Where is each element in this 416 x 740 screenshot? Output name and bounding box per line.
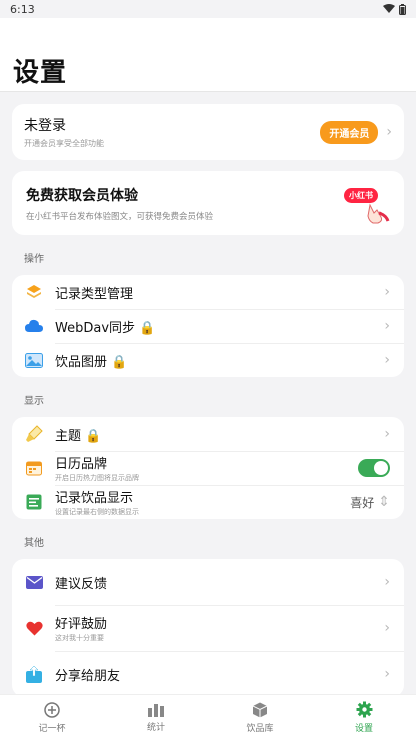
section-label-other: 其他 <box>24 538 44 549</box>
chevron-right-icon: › <box>384 284 390 300</box>
other-card: 建议反馈 › 好评鼓励 这对我十分重要 › 分享给朋友 › <box>12 559 404 694</box>
chevron-right-icon: › <box>384 318 390 334</box>
row-label: 分享给朋友 <box>55 668 121 684</box>
section-label-display: 显示 <box>24 396 44 407</box>
status-time: 6:13 <box>10 2 35 16</box>
row-drink-album[interactable]: 饮品图册 🔒 › <box>25 343 404 377</box>
row-webdav-sync[interactable]: WebDav同步 🔒 › <box>25 309 404 343</box>
row-share[interactable]: 分享给朋友 › <box>25 651 404 694</box>
row-label: 饮品图册 🔒 <box>55 354 128 370</box>
row-label: 记录饮品显示 <box>55 491 134 506</box>
image-gallery-icon <box>25 351 43 369</box>
wifi-icon <box>383 4 395 13</box>
chevron-right-icon: › <box>384 620 390 636</box>
heart-icon <box>25 619 43 637</box>
row-label: 建议反馈 <box>55 576 108 592</box>
calendar-icon <box>25 459 43 477</box>
tab-label: 记一杯 <box>38 723 66 734</box>
chevron-right-icon: › <box>384 574 390 590</box>
tab-record-a-cup[interactable]: 记一杯 <box>0 695 104 740</box>
row-rate-app[interactable]: 好评鼓励 这对我十分重要 › <box>25 605 404 651</box>
promo-card[interactable]: 免费获取会员体验 在小红书平台发布体验图文，可获得免费会员体验 小红书 <box>12 171 404 235</box>
box-icon <box>252 702 268 717</box>
display-value: 喜好 <box>350 495 375 510</box>
promo-title: 免费获取会员体验 <box>26 187 138 204</box>
settings-content[interactable]: 未登录 开通会员享受全部功能 开通会员 › 免费获取会员体验 在小红书平台发布体… <box>0 93 416 694</box>
chevron-right-icon: › <box>384 426 390 442</box>
header: 设置 <box>0 18 416 92</box>
row-subtitle: 设置记录最右侧的数据显示 <box>55 508 139 516</box>
row-label: 日历品牌 <box>55 457 108 472</box>
battery-icon <box>399 3 406 15</box>
bar-chart-icon <box>148 703 164 717</box>
tab-label: 统计 <box>146 722 165 733</box>
chevron-right-icon: › <box>386 124 392 140</box>
promo-subtitle: 在小红书平台发布体验图文，可获得免费会员体验 <box>26 211 214 222</box>
tab-label: 设置 <box>354 724 373 734</box>
operations-card: 记录类型管理 › WebDav同步 🔒 › 饮品图册 🔒 › <box>12 275 404 377</box>
list-icon <box>25 493 43 511</box>
row-subtitle: 开启日历热力图将显示品牌 <box>55 474 139 482</box>
login-title: 未登录 <box>24 118 66 134</box>
hand-pointer-icon <box>367 203 390 224</box>
login-card[interactable]: 未登录 开通会员享受全部功能 开通会员 › <box>12 104 404 160</box>
display-card: 主题 🔒 › 日历品牌 开启日历热力图将显示品牌 记录饮品显示 设置记录最右侧的… <box>12 417 404 519</box>
cloud-icon <box>25 317 43 335</box>
row-record-drink-display[interactable]: 记录饮品显示 设置记录最右侧的数据显示 喜好 ⇕ <box>25 485 404 519</box>
mail-icon <box>25 573 43 591</box>
row-subtitle: 这对我十分重要 <box>55 634 104 642</box>
row-label: WebDav同步 🔒 <box>55 320 156 336</box>
row-label: 好评鼓励 <box>55 617 108 632</box>
page-title: 设置 <box>13 58 68 88</box>
chevron-right-icon: › <box>384 666 390 682</box>
row-record-type-management[interactable]: 记录类型管理 › <box>25 275 404 309</box>
calendar-brand-toggle[interactable] <box>358 459 390 477</box>
brush-icon <box>25 425 43 443</box>
row-calendar-brand[interactable]: 日历品牌 开启日历热力图将显示品牌 <box>25 451 404 485</box>
row-label: 主题 🔒 <box>55 428 102 444</box>
row-feedback[interactable]: 建议反馈 › <box>25 559 404 605</box>
login-subtitle: 开通会员享受全部功能 <box>24 139 104 148</box>
tab-statistics[interactable]: 统计 <box>104 695 208 740</box>
tab-settings[interactable]: 设置 <box>312 695 416 740</box>
gear-icon <box>356 701 372 718</box>
chevron-right-icon: › <box>384 352 390 368</box>
tab-drink-library[interactable]: 饮品库 <box>208 695 312 740</box>
section-label-operations: 操作 <box>24 254 44 265</box>
share-icon <box>25 665 43 683</box>
bottom-tab-bar: 记一杯 统计 饮品库 设置 <box>0 694 416 740</box>
vip-button[interactable]: 开通会员 <box>320 120 379 144</box>
row-label: 记录类型管理 <box>55 286 134 302</box>
cup-add-icon <box>44 701 60 718</box>
tab-label: 饮品库 <box>246 723 274 734</box>
row-theme[interactable]: 主题 🔒 › <box>25 417 404 451</box>
status-bar: 6:13 <box>0 0 416 18</box>
layers-icon <box>25 283 43 301</box>
chevron-updown-icon: ⇕ <box>378 494 390 510</box>
